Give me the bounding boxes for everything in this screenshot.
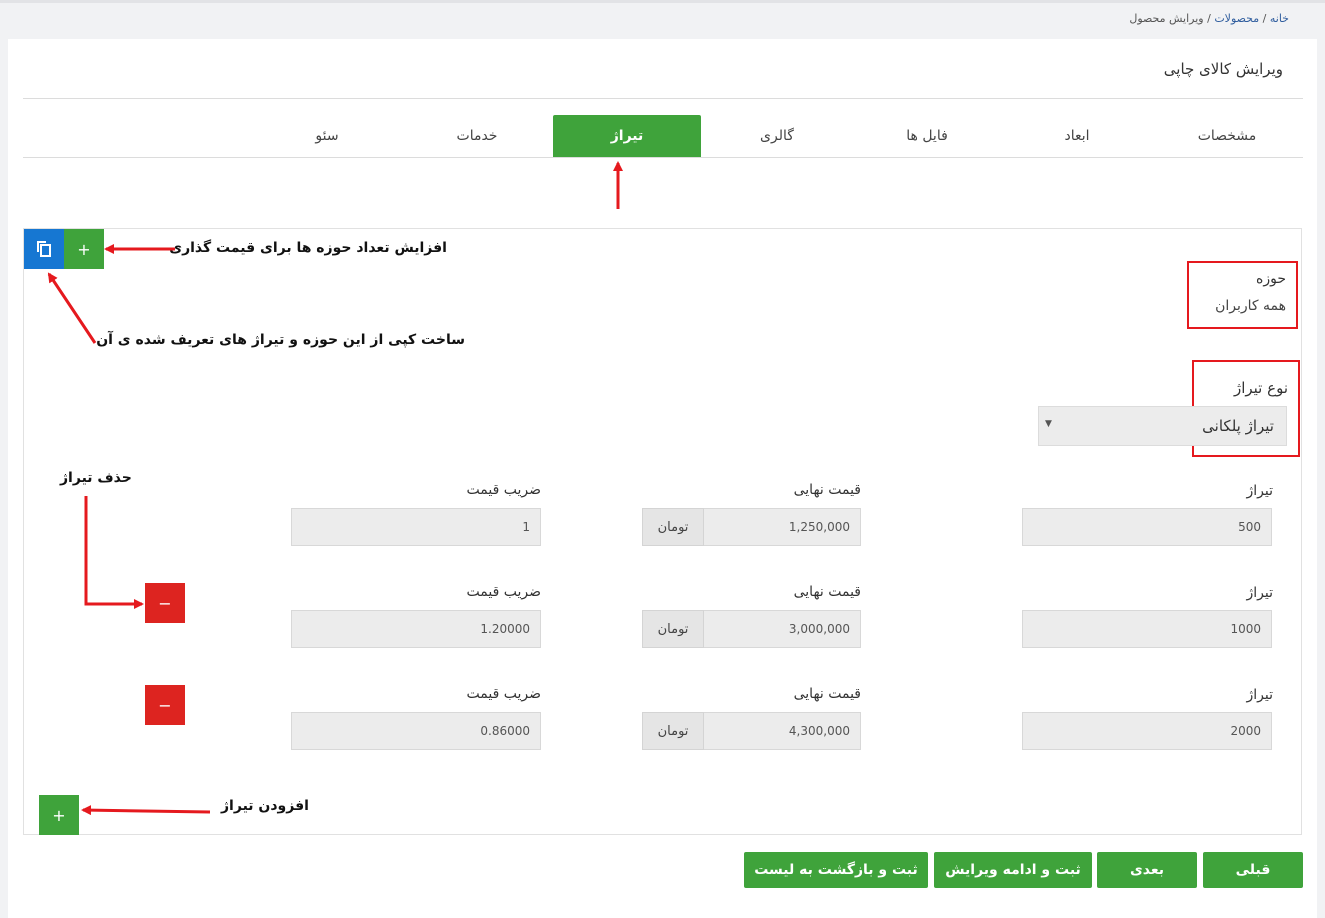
tab-files[interactable]: فایل ها [853,115,1001,157]
circulation-input[interactable]: 500 [1022,508,1272,546]
annotation-copy-scope: ساخت کپی از این حوزه و تیراژ های تعریف ش… [96,332,465,348]
price-factor-label: ضریب قیمت [466,584,541,600]
final-price-input[interactable]: 3,000,000 [703,610,861,648]
remove-circulation-button[interactable]: − [145,583,185,623]
tabs-divider [23,157,1303,158]
prev-button[interactable]: قبلی [1203,852,1303,888]
circulation-type-label: نوع تیراژ [1233,379,1288,397]
price-factor-input[interactable]: 0.86000 [291,712,541,750]
tab-gallery[interactable]: گالری [703,115,851,157]
circulation-input[interactable]: 2000 [1022,712,1272,750]
next-button[interactable]: بعدی [1097,852,1197,888]
copy-scope-button[interactable] [24,229,64,269]
tab-services[interactable]: خدمات [403,115,551,157]
annotation-add-circulation: افزودن تیراژ [221,798,309,814]
add-circulation-button[interactable]: + [39,795,79,835]
tab-specifications[interactable]: مشخصات [1153,115,1301,157]
minus-icon: − [158,593,172,613]
add-scope-button[interactable]: + [64,229,104,269]
breadcrumb-home[interactable]: خانه [1270,12,1289,25]
minus-icon: − [158,695,172,715]
annotation-add-scope: افزایش تعداد حوزه ها برای قیمت گذاری [169,240,447,256]
caret-down-icon: ▼ [1045,419,1052,429]
breadcrumb: خانه / محصولات / ویرایش محصول [1129,12,1289,25]
currency-addon: تومان [642,712,704,750]
circulation-type-select[interactable]: تیراژ پلکانی ▼ [1038,406,1287,446]
tab-circulation[interactable]: تیراژ [553,115,701,157]
final-price-label: قیمت نهایی [793,482,861,498]
copy-icon [37,241,51,257]
title-divider [23,98,1303,99]
price-factor-label: ضریب قیمت [466,686,541,702]
circulation-type-selected: تیراژ پلکانی [1202,417,1274,435]
circulation-label: تیراژ [1246,687,1274,703]
currency-addon: تومان [642,508,704,546]
remove-circulation-button[interactable]: − [145,685,185,725]
breadcrumb-products[interactable]: محصولات [1214,12,1259,25]
price-factor-label: ضریب قیمت [466,482,541,498]
circulation-label: تیراژ [1246,585,1274,601]
currency-addon: تومان [642,610,704,648]
final-price-input[interactable]: 4,300,000 [703,712,861,750]
tab-seo[interactable]: سئو [253,115,401,157]
final-price-label: قیمت نهایی [793,584,861,600]
breadcrumb-separator: / [1203,12,1211,25]
final-price-label: قیمت نهایی [793,686,861,702]
final-price-input[interactable]: 1,250,000 [703,508,861,546]
plus-icon: + [77,239,91,259]
save-return-button[interactable]: ثبت و بازگشت به لیست [744,852,928,888]
scope-label: حوزه [1256,271,1286,287]
price-factor-input[interactable]: 1.20000 [291,610,541,648]
top-border [0,0,1325,3]
breadcrumb-separator: / [1259,12,1267,25]
tab-dimensions[interactable]: ابعاد [1003,115,1151,157]
circulation-input[interactable]: 1000 [1022,610,1272,648]
plus-icon: + [52,805,66,825]
circulation-label: تیراژ [1246,483,1274,499]
breadcrumb-current: ویرایش محصول [1129,12,1204,25]
scope-value: همه کاربران [1215,298,1286,314]
annotation-remove-circulation: حذف تیراژ [60,470,132,486]
price-factor-input[interactable]: 1 [291,508,541,546]
save-continue-button[interactable]: ثبت و ادامه ویرایش [934,852,1092,888]
page-title: ویرایش کالای چاپی [1163,60,1283,78]
